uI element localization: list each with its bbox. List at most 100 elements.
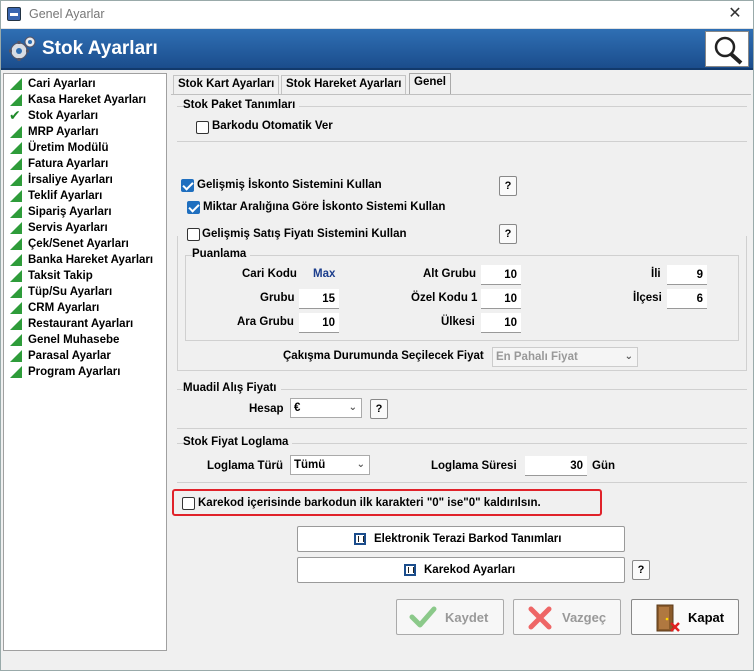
tree-item[interactable]: Stok Ayarları <box>4 107 166 124</box>
vazgec-button[interactable]: Vazgeç <box>513 599 621 635</box>
hesap-help-button[interactable]: ? <box>370 399 388 419</box>
kapat-button[interactable]: Kapat <box>631 599 739 635</box>
tree-item[interactable]: Restaurant Ayarları <box>4 316 166 332</box>
ara-grubu-input[interactable]: 10 <box>299 313 339 333</box>
ili-label: İli <box>651 268 661 280</box>
tab-stok-kart[interactable]: Stok Kart Ayarları <box>173 75 280 94</box>
hesap-select[interactable]: € ⌄ <box>290 398 362 418</box>
loglama-suresi-unit: Gün <box>592 460 615 472</box>
tree-item[interactable]: Servis Ayarları <box>4 220 166 236</box>
exit-door-icon <box>656 604 680 632</box>
triangle-icon <box>10 174 22 186</box>
tree-item[interactable]: Teklif Ayarları <box>4 188 166 204</box>
barkod-auto-label: Barkodu Otomatik Ver <box>212 120 333 132</box>
ara-grubu-label: Ara Grubu <box>237 316 294 328</box>
triangle-icon <box>10 350 22 362</box>
gelismis-iskonto-checkbox[interactable] <box>181 179 194 192</box>
triangle-icon <box>10 94 22 106</box>
pause-icon <box>404 564 416 576</box>
satis-help-button[interactable]: ? <box>499 224 517 244</box>
tree-item[interactable]: Tüp/Su Ayarları <box>4 284 166 300</box>
miktar-iskonto-checkbox[interactable] <box>187 201 200 214</box>
loglama-suresi-input[interactable]: 30 <box>525 456 587 476</box>
triangle-icon <box>10 334 22 346</box>
grubu-input[interactable]: 15 <box>299 289 339 309</box>
gears-icon <box>9 36 36 61</box>
search-button[interactable] <box>705 31 749 67</box>
triangle-icon <box>10 190 22 202</box>
triangle-icon <box>10 302 22 314</box>
triangle-icon <box>10 158 22 170</box>
tree-item[interactable]: Parasal Ayarlar <box>4 348 166 364</box>
cakisma-value: En Pahalı Fiyat <box>496 351 578 363</box>
header-band: Stok Ayarları <box>1 29 753 70</box>
chevron-down-icon: ⌄ <box>624 351 633 362</box>
kaydet-button[interactable]: Kaydet <box>396 599 504 635</box>
tree-item-label: Parasal Ayarlar <box>28 350 111 362</box>
triangle-icon <box>10 206 22 218</box>
satis-fiyat-label: Gelişmiş Satış Fiyatı Sistemini Kullan <box>202 228 411 240</box>
barkod-auto-checkbox[interactable] <box>196 121 209 134</box>
search-icon <box>714 36 743 65</box>
satis-fiyat-checkbox[interactable] <box>187 228 200 241</box>
tree-item[interactable]: Banka Hareket Ayarları <box>4 252 166 268</box>
cakisma-select[interactable]: En Pahalı Fiyat ⌄ <box>492 347 638 367</box>
terazi-barkod-button[interactable]: Elektronik Terazi Barkod Tanımları <box>297 526 625 552</box>
miktar-iskonto-label: Miktar Aralığına Göre İskonto Sistemi Ku… <box>203 201 446 213</box>
tree-item[interactable]: Taksit Takip <box>4 268 166 284</box>
alt-grubu-input[interactable]: 10 <box>481 265 521 285</box>
tree-item-label: Çek/Senet Ayarları <box>28 238 129 250</box>
triangle-icon <box>10 366 22 378</box>
tree-item-label: Kasa Hareket Ayarları <box>28 94 147 106</box>
close-button[interactable]: ✕ <box>725 4 745 24</box>
window-title: Genel Ayarlar <box>29 7 105 21</box>
puanlama-title: Puanlama <box>192 248 251 260</box>
chevron-down-icon: ⌄ <box>348 402 357 413</box>
iskonto-help-button[interactable]: ? <box>499 176 517 196</box>
tree-item[interactable]: Çek/Senet Ayarları <box>4 236 166 252</box>
gelismis-iskonto-label: Gelişmiş İskonto Sistemini Kullan <box>197 179 382 191</box>
tree-item-label: Servis Ayarları <box>28 222 108 234</box>
alt-grubu-label: Alt Grubu <box>423 268 477 280</box>
tab-genel[interactable]: Genel <box>409 73 451 95</box>
pause-icon <box>354 533 366 545</box>
tree-item[interactable]: İrsaliye Ayarları <box>4 172 166 188</box>
chevron-down-icon: ⌄ <box>356 459 365 470</box>
ili-input[interactable]: 9 <box>667 265 707 285</box>
karekod-ayarlari-button[interactable]: Karekod Ayarları <box>297 557 625 583</box>
tree-item[interactable]: Üretim Modülü <box>4 140 166 156</box>
check-icon <box>9 107 22 123</box>
tab-stok-hareket[interactable]: Stok Hareket Ayarları <box>281 75 407 94</box>
ulkesi-label: Ülkesi <box>441 316 475 328</box>
tree-item[interactable]: Program Ayarları <box>4 364 166 380</box>
triangle-icon <box>10 270 22 282</box>
kaydet-label: Kaydet <box>445 610 489 625</box>
tree-item[interactable]: Cari Ayarları <box>4 76 166 92</box>
tree-item-label: Cari Ayarları <box>28 78 96 90</box>
ulkesi-input[interactable]: 10 <box>481 313 521 333</box>
app-icon <box>7 7 21 21</box>
ozel-kodu-input[interactable]: 10 <box>481 289 521 309</box>
karekod-help-button[interactable]: ? <box>632 560 650 580</box>
cari-kodu-label: Cari Kodu <box>242 268 297 280</box>
tree-item[interactable]: CRM Ayarları <box>4 300 166 316</box>
triangle-icon <box>10 238 22 250</box>
cancel-x-icon <box>528 606 552 630</box>
loglama-title: Stok Fiyat Loglama <box>183 436 293 448</box>
grubu-label: Grubu <box>260 292 295 304</box>
tree-item[interactable]: Sipariş Ayarları <box>4 204 166 220</box>
tree-item-label: Stok Ayarları <box>28 110 99 122</box>
ilcesi-label: İlçesi <box>633 292 662 304</box>
tree-item[interactable]: Kasa Hareket Ayarları <box>4 92 166 108</box>
ilcesi-input[interactable]: 6 <box>667 289 707 309</box>
tree-item-label: Program Ayarları <box>28 366 121 378</box>
tree-item-label: Restaurant Ayarları <box>28 318 134 330</box>
tree-item[interactable]: Fatura Ayarları <box>4 156 166 172</box>
ozel-kodu-label: Özel Kodu 1 <box>411 292 478 304</box>
tree-item-label: Üretim Modülü <box>28 142 109 154</box>
tree-item-label: Banka Hareket Ayarları <box>28 254 154 266</box>
loglama-turu-select[interactable]: Tümü ⌄ <box>290 455 370 475</box>
tree-item[interactable]: Genel Muhasebe <box>4 332 166 348</box>
tree-item[interactable]: MRP Ayarları <box>4 124 166 140</box>
tree-item-label: Sipariş Ayarları <box>28 206 112 218</box>
